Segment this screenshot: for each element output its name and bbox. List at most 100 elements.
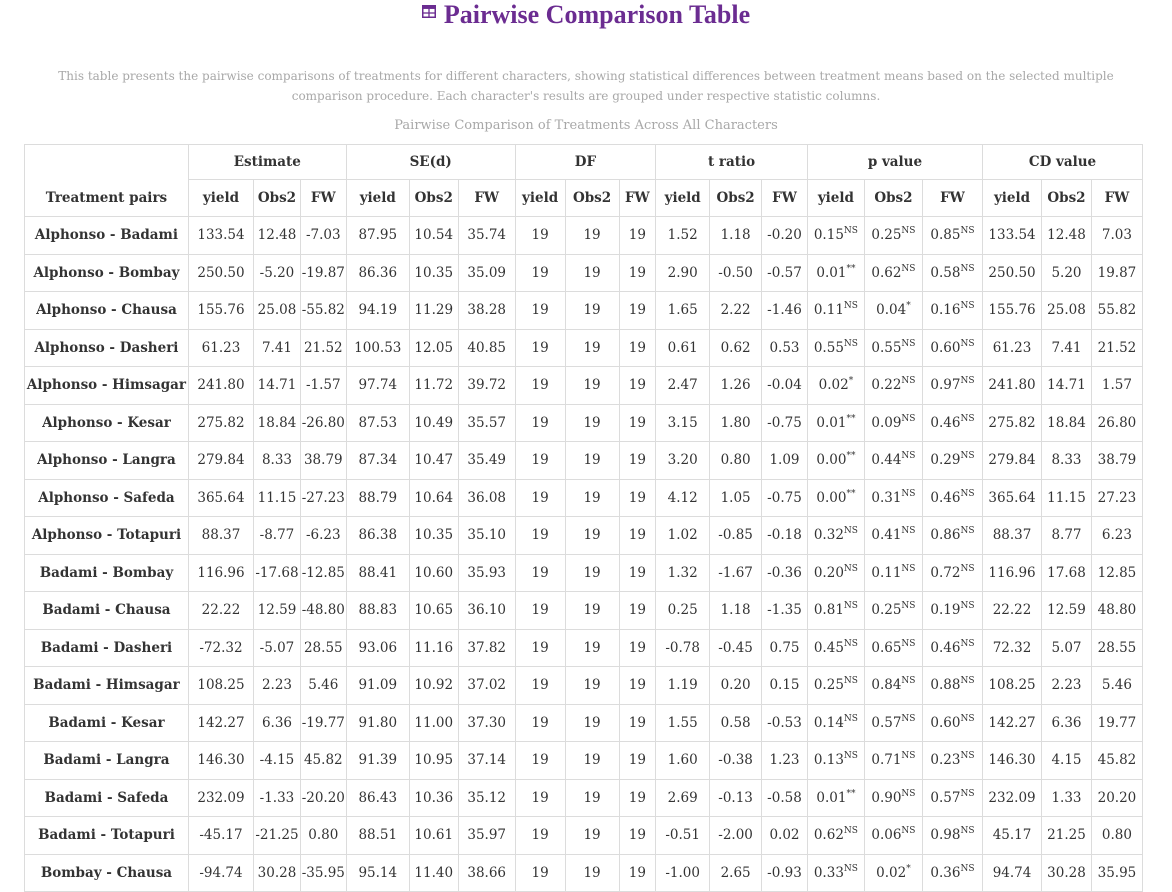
estimate-cell: 5.46: [299, 666, 347, 705]
page-header: Pairwise Comparison Table: [0, 0, 1172, 29]
df-cell: 19: [618, 628, 657, 667]
df-cell: 19: [564, 591, 620, 630]
se-cell: 86.38: [345, 516, 410, 555]
table-row: Badami - Kesar 142.27 6.36 -19.77 91.80 11.00…: [24, 703, 1144, 742]
se-cell: 91.39: [345, 741, 410, 780]
header-subcolumn: Obs2: [408, 179, 459, 217]
pair-cell: Alphonso - Safeda: [24, 478, 189, 517]
se-cell: 100.53: [345, 328, 410, 367]
t-ratio-cell: 1.65: [655, 291, 711, 330]
df-cell: 19: [618, 666, 657, 705]
p-value: 0.00: [816, 489, 847, 506]
cd-value-cell: 11.15: [1041, 478, 1092, 517]
estimate-cell: -72.32: [187, 628, 255, 667]
p-value: 0.85: [930, 227, 961, 244]
header-subcolumn: yield: [514, 179, 566, 217]
cd-value-cell: 155.76: [981, 291, 1043, 330]
df-cell: 19: [618, 403, 657, 442]
pair-cell: Badami - Totapuri: [24, 816, 189, 855]
pairwise-comparison-table: Treatment pairs Estimate SE(d) DF t ratio p v…: [24, 144, 1144, 892]
p-value-cell: 0.25NS: [863, 216, 923, 255]
significance-mark: NS: [960, 376, 975, 387]
se-cell: 39.72: [457, 366, 516, 405]
df-cell: 19: [564, 778, 620, 817]
table-row: Alphonso - Bombay 250.50 -5.20 -19.87 86.36 1…: [24, 253, 1144, 292]
header-group: Estimate: [187, 144, 347, 180]
df-cell: 19: [564, 328, 620, 367]
p-value: 0.46: [930, 639, 961, 656]
cd-value-cell: 72.32: [981, 628, 1043, 667]
p-value: 0.13: [813, 752, 844, 769]
header-subcolumn: FW: [618, 179, 657, 217]
p-value-cell: 0.85NS: [921, 216, 984, 255]
se-cell: 86.43: [345, 778, 410, 817]
significance-mark: NS: [901, 751, 916, 762]
p-value-cell: 0.41NS: [863, 516, 923, 555]
cd-value-cell: 30.28: [1041, 853, 1092, 892]
t-ratio-cell: -0.58: [761, 778, 808, 817]
pair-cell: Badami - Safeda: [24, 778, 189, 817]
df-cell: 19: [514, 216, 566, 255]
p-value-cell: 0.36NS: [921, 853, 984, 892]
se-cell: 35.57: [457, 403, 516, 442]
significance-mark: NS: [901, 713, 916, 724]
p-value-cell: 0.23NS: [921, 741, 984, 780]
estimate-cell: -17.68: [253, 553, 301, 592]
estimate-cell: 232.09: [187, 778, 255, 817]
t-ratio-cell: 0.80: [709, 441, 763, 480]
estimate-cell: -8.77: [253, 516, 301, 555]
estimate-cell: 133.54: [187, 216, 255, 255]
t-ratio-cell: -0.38: [709, 741, 763, 780]
significance-mark: NS: [901, 788, 916, 799]
t-ratio-cell: 0.02: [761, 816, 808, 855]
significance-mark: NS: [843, 338, 858, 349]
t-ratio-cell: -0.53: [761, 703, 808, 742]
t-ratio-cell: 0.58: [709, 703, 763, 742]
p-value: 0.86: [930, 527, 961, 544]
se-cell: 10.36: [408, 778, 459, 817]
p-value: 0.19: [930, 602, 961, 619]
significance-mark: NS: [960, 338, 975, 349]
estimate-cell: 12.59: [253, 591, 301, 630]
t-ratio-cell: -0.04: [761, 366, 808, 405]
page-title: Pairwise Comparison Table: [421, 1, 750, 29]
se-cell: 10.35: [408, 516, 459, 555]
cd-value-cell: 146.30: [981, 741, 1043, 780]
p-value-cell: 0.14NS: [806, 703, 865, 742]
p-value: 0.01: [816, 264, 847, 281]
p-value: 0.01: [816, 414, 847, 431]
p-value: 0.29: [930, 452, 961, 469]
significance-mark: NS: [901, 226, 916, 237]
estimate-cell: -94.74: [187, 853, 255, 892]
p-value-cell: 0.55NS: [806, 328, 865, 367]
t-ratio-cell: -0.93: [761, 853, 808, 892]
cd-value-cell: 5.07: [1041, 628, 1092, 667]
p-value: 0.14: [813, 714, 844, 731]
se-cell: 86.36: [345, 253, 410, 292]
p-value: 0.72: [930, 564, 961, 581]
p-value-cell: 0.88NS: [921, 666, 984, 705]
cd-value-cell: 26.80: [1090, 403, 1144, 442]
p-value-cell: 0.01**: [806, 253, 865, 292]
p-value-cell: 0.02*: [806, 366, 865, 405]
significance-mark: NS: [960, 451, 975, 462]
df-cell: 19: [514, 703, 566, 742]
t-ratio-cell: -1.46: [761, 291, 808, 330]
p-value: 0.11: [871, 564, 902, 581]
cd-value-cell: 5.46: [1090, 666, 1144, 705]
se-cell: 88.79: [345, 478, 410, 517]
header-group: CD value: [982, 144, 1143, 180]
significance-mark: NS: [960, 263, 975, 274]
header-group: DF: [514, 144, 657, 180]
significance-mark: NS: [960, 563, 975, 574]
p-value-cell: 0.46NS: [921, 628, 984, 667]
p-value-cell: 0.00**: [806, 441, 865, 480]
p-value-cell: 0.06NS: [863, 816, 923, 855]
p-value-cell: 0.71NS: [863, 741, 923, 780]
se-cell: 11.00: [408, 703, 459, 742]
cd-value-cell: 279.84: [981, 441, 1043, 480]
significance-mark: NS: [960, 788, 975, 799]
header-subcolumn: yield: [806, 179, 865, 217]
estimate-cell: 28.55: [299, 628, 347, 667]
p-value-cell: 0.81NS: [806, 591, 865, 630]
